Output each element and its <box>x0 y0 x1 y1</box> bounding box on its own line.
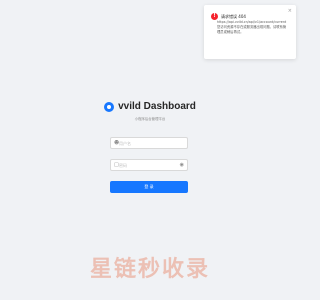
error-notification: ! × 请求错误 404 https://api.vvild.cn/api/v1… <box>204 5 296 59</box>
password-field[interactable]: □ ◉ <box>110 159 188 171</box>
username-input[interactable] <box>119 138 181 148</box>
close-icon[interactable]: × <box>288 9 292 14</box>
page-title: vvild Dashboard <box>118 101 196 112</box>
eye-icon[interactable]: ◉ <box>180 162 184 168</box>
password-input[interactable] <box>119 160 181 170</box>
notification-title: 请求错误 404 <box>221 14 246 19</box>
username-field[interactable]: ☻ <box>110 137 188 149</box>
brand-header: vvild Dashboard <box>0 97 300 116</box>
notification-message: 您访问资源不存在或服务器出现问题，请联系管理员或稍后再试。 <box>217 25 287 34</box>
login-page: ! × 请求错误 404 https://api.vvild.cn/api/v1… <box>0 0 300 300</box>
notification-body: https://api.vvild.cn/api/v1/account/curr… <box>217 20 289 35</box>
logo-icon <box>104 102 115 112</box>
error-icon: ! <box>211 13 218 20</box>
page-subtitle: 小程序后台管理平台 <box>134 117 166 121</box>
login-button[interactable]: 登 录 <box>110 181 188 193</box>
watermark: 星链秒收录 <box>89 257 210 282</box>
